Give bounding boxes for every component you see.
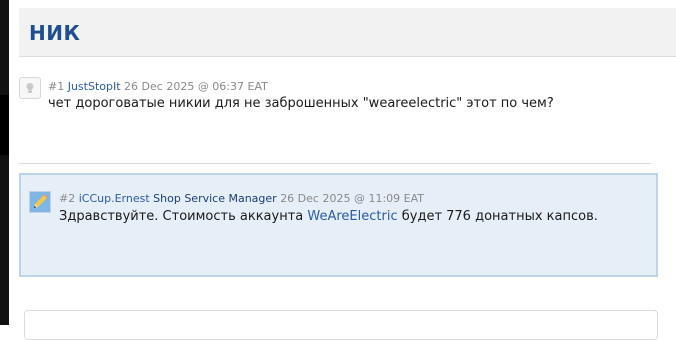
page-edge-strip bbox=[0, 0, 9, 325]
post-date: 26 Dec 2025 @ 11:09 EAT bbox=[280, 192, 424, 205]
post-2: #2 iCCup.Ernest Shop Service Manager 26 … bbox=[19, 173, 658, 277]
reply-editor[interactable] bbox=[24, 310, 658, 340]
post-date: 26 Dec 2025 @ 06:37 EAT bbox=[124, 80, 268, 93]
post-1: #1 JustStopIt 26 Dec 2025 @ 06:37 EAT че… bbox=[19, 77, 659, 137]
post-author-link[interactable]: JustStopIt bbox=[68, 80, 121, 93]
post-author-role: Shop Service Manager bbox=[153, 192, 277, 205]
post-number[interactable]: #1 bbox=[48, 80, 64, 93]
post-number[interactable]: #2 bbox=[59, 192, 75, 205]
pencil-icon bbox=[30, 192, 50, 212]
topic-title: НИК bbox=[29, 21, 81, 45]
post-divider bbox=[19, 163, 651, 164]
post-meta: #2 iCCup.Ernest Shop Service Manager 26 … bbox=[59, 192, 424, 205]
post-body-link[interactable]: WeAreElectric bbox=[307, 209, 397, 224]
post-meta: #1 JustStopIt 26 Dec 2025 @ 06:37 EAT bbox=[48, 80, 268, 93]
light-bulb-icon bbox=[26, 83, 34, 93]
post-body: Здравствуйте. Стоимость аккаунта WeAreEl… bbox=[59, 209, 598, 224]
post-body: чет дороговатые никии для не заброшенных… bbox=[48, 96, 554, 111]
post-author-link[interactable]: iCCup.Ernest bbox=[79, 192, 150, 205]
post-body-text: Здравствуйте. Стоимость аккаунта bbox=[59, 209, 308, 224]
avatar[interactable] bbox=[19, 77, 41, 99]
avatar[interactable] bbox=[29, 191, 51, 213]
post-body-text: будет 776 донатных капсов. bbox=[397, 209, 598, 224]
topic-header: НИК bbox=[19, 8, 676, 57]
page-edge-shadow bbox=[0, 95, 9, 155]
